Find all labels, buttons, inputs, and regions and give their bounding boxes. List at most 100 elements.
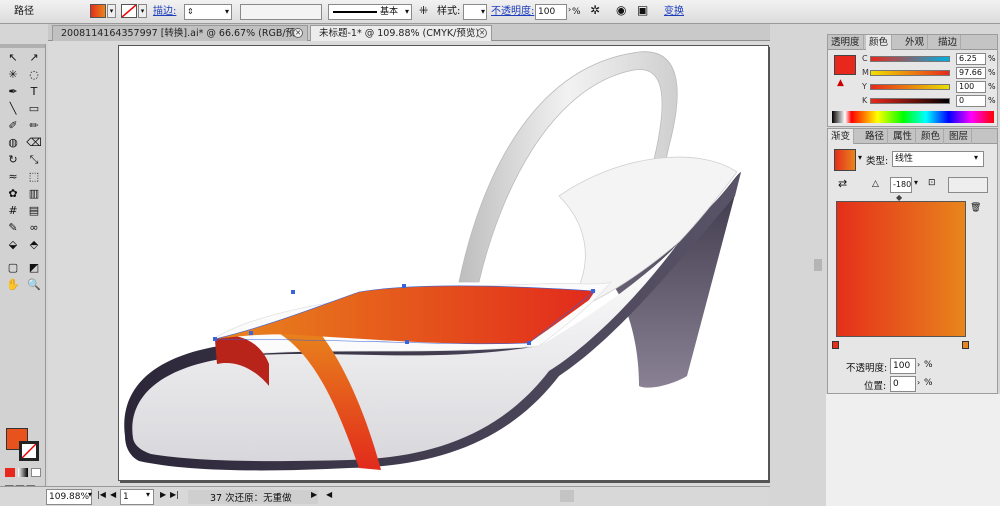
color-spectrum[interactable] — [832, 111, 994, 123]
spinner-icon[interactable]: ⇕ — [187, 5, 194, 19]
align-icon[interactable]: ⁜ — [419, 4, 428, 17]
stroke-color-swatch[interactable] — [19, 441, 39, 461]
location-field[interactable]: 0 — [890, 376, 916, 392]
opacity-arrow[interactable]: › — [568, 5, 571, 14]
out-of-gamut-icon[interactable]: ▲ — [837, 78, 844, 88]
color-fill-swatch[interactable] — [834, 55, 856, 75]
stop-opacity-arrow[interactable]: › — [917, 360, 920, 369]
close-icon[interactable]: ✕ — [293, 28, 303, 38]
toolbox-grip[interactable] — [0, 44, 45, 48]
zoom-icon[interactable]: 🔍 — [25, 277, 43, 292]
transform-link[interactable]: 变换 — [664, 5, 684, 19]
channel-value-m[interactable]: 97.66 — [956, 67, 986, 79]
slice-icon[interactable]: ◩ — [25, 260, 43, 275]
gradient-stop-start[interactable] — [832, 341, 839, 349]
recolor-icon[interactable]: ✲ — [590, 3, 600, 17]
tab-appearance[interactable]: 外观 — [902, 35, 929, 50]
magic-wand-icon[interactable]: ✳ — [4, 67, 22, 82]
tab-gradient[interactable]: 渐变 — [828, 129, 855, 144]
zoom-field[interactable]: 109.88% — [46, 489, 92, 505]
opacity-field[interactable]: 100 — [535, 4, 567, 20]
transform-options-icon[interactable]: ▣ — [637, 3, 648, 17]
stroke-swatch[interactable] — [121, 4, 137, 18]
channel-slider-k[interactable] — [870, 98, 950, 104]
tab-layers[interactable]: 图层 — [946, 129, 973, 144]
artboard[interactable] — [118, 45, 769, 481]
blob-brush-icon[interactable]: ◍ — [4, 135, 22, 150]
vertical-scrollbar[interactable] — [770, 41, 826, 486]
tab-attributes[interactable]: 属性 — [890, 129, 917, 144]
gradient-mode-icon[interactable] — [18, 468, 28, 477]
channel-slider-y[interactable] — [870, 84, 950, 90]
channel-value-c[interactable]: 6.25 — [956, 53, 986, 65]
delete-stop-icon[interactable]: 🗑 — [970, 203, 981, 213]
color-mode-icon[interactable] — [5, 468, 15, 477]
symbol-sprayer-icon[interactable]: ✿ — [4, 186, 22, 201]
status-menu-icon[interactable]: ▶ — [311, 490, 317, 499]
doc-tab-1[interactable]: 2008114164357997 [转换].ai* @ 66.67% (RGB/… — [52, 25, 308, 54]
eraser-icon[interactable]: ⌫ — [25, 135, 43, 150]
hscroll-left-icon[interactable]: ◀ — [326, 490, 332, 499]
stop-opacity-field[interactable]: 100 — [890, 358, 916, 374]
none-mode-icon[interactable] — [31, 468, 41, 477]
direct-selection-icon[interactable]: ↗ — [25, 50, 43, 65]
stroke-weight-field[interactable]: ⇕ ▾ — [184, 4, 232, 20]
free-transform-icon[interactable]: ⬚ — [25, 169, 43, 184]
live-paint-select-icon[interactable]: ⬘ — [25, 237, 43, 252]
gradient-stop-end[interactable] — [962, 341, 969, 349]
graph-icon[interactable]: ▥ — [25, 186, 43, 201]
channel-value-k[interactable]: 0 — [956, 95, 986, 107]
scale-icon[interactable]: ⤡ — [25, 152, 43, 167]
prev-page-icon[interactable]: ◀ — [110, 490, 116, 499]
rotate-icon[interactable]: ↻ — [4, 152, 22, 167]
channel-slider-c[interactable] — [870, 56, 950, 62]
mesh-icon[interactable]: # — [4, 203, 22, 218]
tab-transparency[interactable]: 透明度 — [828, 35, 864, 50]
gradient-ramp[interactable] — [836, 201, 966, 337]
style-swatch[interactable]: ▾ — [463, 4, 487, 20]
pencil-icon[interactable]: ✏ — [25, 118, 43, 133]
location-arrow[interactable]: › — [917, 378, 920, 387]
type-select[interactable]: 线性 — [892, 151, 984, 167]
reverse-gradient-icon[interactable]: ⇄ — [838, 177, 847, 190]
variable-width-field[interactable] — [240, 4, 322, 20]
live-paint-icon[interactable]: ⬙ — [4, 237, 22, 252]
channel-value-y[interactable]: 100 — [956, 81, 986, 93]
angle-dropdown-icon[interactable]: ▾ — [914, 178, 918, 187]
isolate-icon[interactable]: ◉ — [616, 3, 626, 17]
pen-icon[interactable]: ✒ — [4, 84, 22, 99]
tab-stroke[interactable]: 描边 — [935, 35, 962, 50]
eyedropper-icon[interactable]: ✎ — [4, 220, 22, 235]
angle-field[interactable]: -180 — [890, 177, 912, 193]
tab-color[interactable]: 颜色 — [866, 35, 893, 50]
gradient-icon[interactable]: ▤ — [25, 203, 43, 218]
stroke-link[interactable]: 描边: — [153, 5, 176, 19]
tab-color2[interactable]: 颜色 — [918, 129, 945, 144]
line-icon[interactable]: ╲ — [4, 101, 22, 116]
opacity-link[interactable]: 不透明度: — [491, 5, 534, 19]
hand-icon[interactable]: ✋ — [4, 277, 22, 292]
page-dropdown-icon[interactable]: ▾ — [146, 490, 150, 499]
aspect-field[interactable] — [948, 177, 988, 193]
last-page-icon[interactable]: ▶| — [170, 490, 179, 499]
fill-swatch[interactable] — [90, 4, 106, 18]
warp-icon[interactable]: ≈ — [4, 169, 22, 184]
stroke-profile-field[interactable]: 基本 ▾ — [328, 4, 412, 20]
selection-icon[interactable]: ↖ — [4, 50, 22, 65]
close-icon[interactable]: ✕ — [477, 28, 487, 38]
paintbrush-icon[interactable]: ✐ — [4, 118, 22, 133]
scrollbar-thumb[interactable] — [814, 259, 822, 271]
rectangle-icon[interactable]: ▭ — [25, 101, 43, 116]
zoom-dropdown-icon[interactable]: ▾ — [88, 490, 92, 499]
artboard-icon[interactable]: ▢ — [4, 260, 22, 275]
gradient-preview-dropdown[interactable]: ▾ — [858, 153, 862, 162]
blend-icon[interactable]: ∞ — [25, 220, 43, 235]
horizontal-scrollbar-thumb[interactable] — [560, 490, 574, 502]
fill-dropdown[interactable]: ▾ — [107, 4, 116, 18]
stroke-dropdown[interactable]: ▾ — [138, 4, 147, 18]
first-page-icon[interactable]: |◀ — [97, 490, 106, 499]
type-icon[interactable]: T — [25, 84, 43, 99]
next-page-icon[interactable]: ▶ — [160, 490, 166, 499]
doc-tab-2[interactable]: 未标题-1* @ 109.88% (CMYK/预览) ✕ — [310, 25, 492, 41]
type-dropdown-icon[interactable]: ▾ — [974, 153, 978, 162]
